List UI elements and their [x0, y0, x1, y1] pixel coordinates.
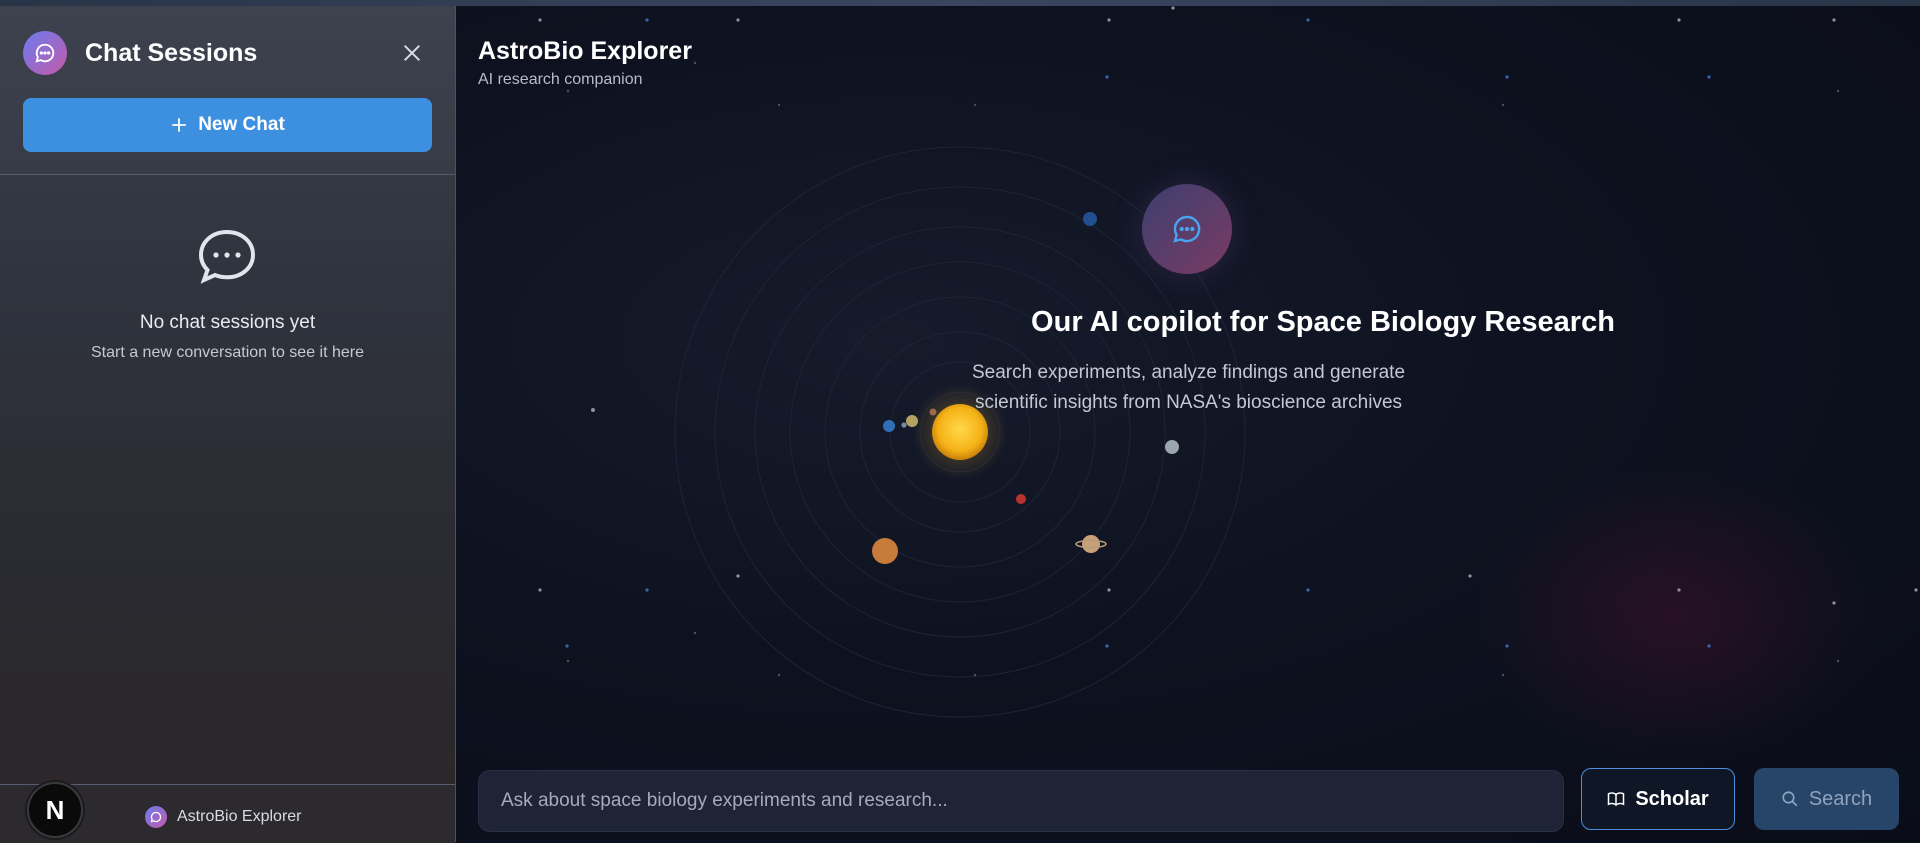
book-icon [1608, 792, 1625, 806]
sidebar-header: Chat Sessions New Chat [0, 6, 455, 175]
app-subtitle: AI research companion [478, 71, 643, 88]
sidebar-title: Chat Sessions [85, 39, 258, 67]
empty-state-title: No chat sessions yet [139, 312, 316, 333]
search-label: Search [1808, 787, 1873, 810]
search-button[interactable]: Search [1754, 768, 1899, 830]
hero-title: Our AI copilot for Space Biology Researc… [1031, 306, 1615, 338]
brand-logo-icon [145, 806, 167, 828]
chat-bubble-icon [35, 43, 55, 63]
app-title: AstroBio Explorer [478, 37, 692, 65]
new-chat-button[interactable]: New Chat [23, 98, 432, 152]
new-chat-label: New Chat [198, 114, 285, 135]
footer-brand-label: AstroBio Explorer [177, 808, 302, 825]
plus-icon [172, 118, 186, 132]
close-sidebar-button[interactable] [398, 39, 426, 67]
hero-chat-icon-badge [1142, 184, 1232, 274]
dev-tools-badge[interactable]: N [27, 782, 83, 838]
chat-sessions-logo [23, 31, 67, 75]
footer-brand: AstroBio Explorer [145, 806, 302, 828]
scholar-button[interactable]: Scholar [1581, 768, 1735, 830]
chat-input[interactable] [479, 771, 1563, 831]
main-panel: AstroBio Explorer AI research companion … [456, 6, 1920, 842]
empty-state-subtitle: Start a new conversation to see it here [90, 344, 365, 361]
scholar-label: Scholar [1635, 787, 1709, 810]
chat-sessions-sidebar: Chat Sessions New Chat No chat sessions … [0, 6, 456, 843]
chat-input-container [478, 770, 1564, 832]
chat-bubble-icon [198, 229, 256, 284]
search-icon [1782, 791, 1798, 807]
hero-description: Search experiments, analyze findings and… [971, 362, 1406, 413]
solar-system-illustration [538, 6, 1918, 718]
close-icon [403, 44, 421, 62]
chat-bubble-icon [1173, 215, 1201, 243]
